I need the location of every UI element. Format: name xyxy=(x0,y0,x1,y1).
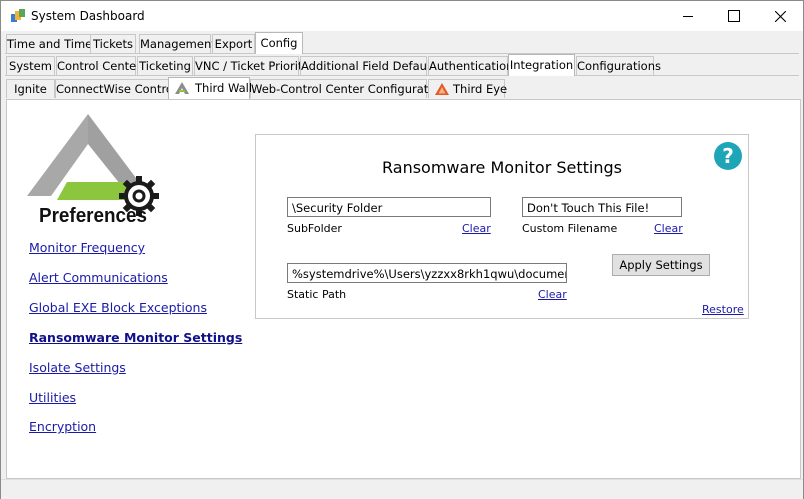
tab-connectwise-control[interactable]: ConnectWise Control xyxy=(55,79,176,98)
tab-additional-field-defaults[interactable]: Additional Field Defaults xyxy=(300,56,441,75)
app-icon xyxy=(11,9,25,22)
tab-time-and-timers[interactable]: Time and Timers xyxy=(6,34,103,53)
tab-control-center[interactable]: Control Center xyxy=(56,56,141,75)
subfolder-input[interactable]: \Security Folder xyxy=(287,197,491,217)
status-bar xyxy=(1,479,803,499)
tab-config[interactable]: Config xyxy=(255,32,303,54)
tabstrip-divider xyxy=(5,53,799,54)
content-panel: Preferences Monitor Frequency Alert Comm… xyxy=(6,99,801,479)
tab-authentication[interactable]: Authentication xyxy=(428,56,513,75)
custom-filename-input[interactable]: Don't Touch This File! xyxy=(522,197,682,217)
nav-global-exe-block-exceptions[interactable]: Global EXE Block Exceptions xyxy=(29,300,207,315)
nav-ransomware-monitor-settings[interactable]: Ransomware Monitor Settings xyxy=(29,330,242,345)
apply-settings-button[interactable]: Apply Settings xyxy=(612,254,710,276)
custom-filename-clear-link[interactable]: Clear xyxy=(654,222,683,235)
tab-vnc-ticket-priority[interactable]: VNC / Ticket Priority xyxy=(194,56,309,75)
static-path-label: Static Path xyxy=(287,288,347,301)
third-wall-logo: Preferences xyxy=(27,114,159,227)
nav-alert-communications[interactable]: Alert Communications xyxy=(29,270,168,285)
tab-ignite[interactable]: Ignite xyxy=(6,79,55,98)
third-wall-icon xyxy=(175,82,189,94)
maximize-icon xyxy=(728,10,740,22)
third-eye-icon xyxy=(435,83,449,95)
ransomware-settings-panel: Ransomware Monitor Settings ? \Security … xyxy=(255,134,749,319)
tab-ticketing[interactable]: Ticketing xyxy=(137,56,193,75)
restore-link[interactable]: Restore xyxy=(702,303,744,316)
tabstrip-divider xyxy=(5,75,799,76)
custom-filename-label: Custom Filename xyxy=(522,222,618,235)
help-icon[interactable]: ? xyxy=(713,141,743,171)
nav-encryption[interactable]: Encryption xyxy=(29,419,96,434)
title-bar: System Dashboard xyxy=(1,1,803,31)
logo-text: Preferences xyxy=(39,205,147,227)
nav-monitor-frequency[interactable]: Monitor Frequency xyxy=(29,240,145,255)
tab-third-eye[interactable]: Third Eye xyxy=(428,79,508,98)
tab-third-eye-label: Third Eye xyxy=(453,82,508,96)
nav-utilities[interactable]: Utilities xyxy=(29,390,76,405)
window: System Dashboard Time and Timers Tickets… xyxy=(0,0,804,499)
tab-tickets[interactable]: Tickets xyxy=(90,34,136,53)
tab-export[interactable]: Export xyxy=(212,34,255,53)
subfolder-label: SubFolder xyxy=(287,222,342,235)
static-path-input[interactable]: %systemdrive%\Users\yzzxx8rkh1qwu\docume… xyxy=(287,263,567,283)
nav-isolate-settings[interactable]: Isolate Settings xyxy=(29,360,126,375)
tab-integration[interactable]: Integration xyxy=(508,54,575,76)
static-path-clear-link[interactable]: Clear xyxy=(538,288,567,301)
tab-system[interactable]: System xyxy=(6,56,55,75)
minimize-button[interactable] xyxy=(665,1,711,31)
window-title: System Dashboard xyxy=(31,9,145,23)
close-button[interactable] xyxy=(757,1,803,31)
tab-configurations[interactable]: Configurations xyxy=(576,56,661,75)
tab-web-control-center-configuration[interactable]: Web-Control Center Configuration xyxy=(250,79,446,98)
close-icon xyxy=(774,10,786,22)
help-icon-label: ? xyxy=(722,144,734,168)
tab-third-wall[interactable]: Third Wall xyxy=(168,77,253,99)
maximize-button[interactable] xyxy=(711,1,757,31)
tab-management[interactable]: Management xyxy=(139,34,216,53)
tab-third-wall-label: Third Wall xyxy=(195,81,253,95)
settings-title: Ransomware Monitor Settings xyxy=(382,158,622,177)
minimize-icon xyxy=(683,15,693,17)
subfolder-clear-link[interactable]: Clear xyxy=(462,222,491,235)
